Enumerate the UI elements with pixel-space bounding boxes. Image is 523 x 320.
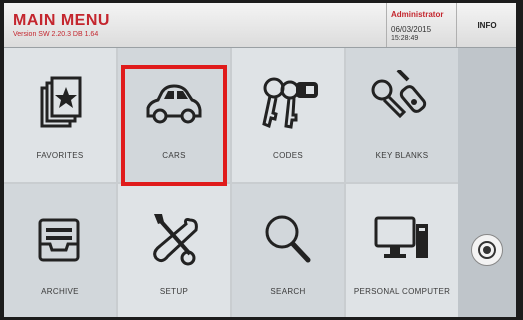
- selection-highlight: [121, 65, 227, 186]
- archive-icon: [38, 218, 80, 262]
- codes-tile[interactable]: CODES: [232, 48, 344, 182]
- personal-computer-label: PERSONAL COMPUTER: [353, 287, 451, 296]
- page-title: MAIN MENU: [13, 12, 110, 29]
- time-text: 15:28:49: [391, 35, 419, 42]
- touch-screen: MAIN MENU Version SW 2.20.3 DB 1.64 Admi…: [4, 3, 516, 317]
- archive-label: ARCHIVE: [41, 287, 79, 296]
- power-button[interactable]: [471, 234, 503, 266]
- keys-icon: [262, 77, 318, 129]
- codes-label: CODES: [273, 151, 303, 160]
- favorites-tile[interactable]: FAVORITES: [4, 48, 116, 182]
- key-blanks-label: KEY BLANKS: [375, 151, 429, 160]
- setup-tile[interactable]: SETUP: [118, 184, 230, 317]
- menu-grid: FAVORITES CARS CODES KEY BLANKS ARCHIVE …: [4, 48, 516, 317]
- favorites-icon: [40, 76, 82, 128]
- info-button[interactable]: INFO: [456, 3, 516, 47]
- archive-tile[interactable]: ARCHIVE: [4, 184, 116, 317]
- setup-icon: [153, 214, 198, 266]
- favorites-label: FAVORITES: [36, 151, 84, 160]
- setup-label: SETUP: [159, 287, 189, 296]
- personal-computer-tile[interactable]: PERSONAL COMPUTER: [346, 184, 458, 317]
- key-blanks-icon: [371, 70, 427, 119]
- computer-icon: [374, 216, 428, 258]
- power-icon: [478, 241, 496, 259]
- user-name: Administrator: [391, 10, 444, 19]
- key-blanks-tile[interactable]: KEY BLANKS: [346, 48, 458, 182]
- header-bar: MAIN MENU Version SW 2.20.3 DB 1.64 Admi…: [4, 3, 516, 48]
- date-text: 06/03/2015: [391, 25, 432, 34]
- search-tile[interactable]: SEARCH: [232, 184, 344, 317]
- side-column: [458, 48, 516, 317]
- search-icon: [265, 215, 311, 263]
- user-status: Administrator 06/03/2015 15:28:49: [386, 3, 457, 47]
- version-text: Version SW 2.20.3 DB 1.64: [13, 31, 99, 38]
- search-label: SEARCH: [270, 287, 306, 296]
